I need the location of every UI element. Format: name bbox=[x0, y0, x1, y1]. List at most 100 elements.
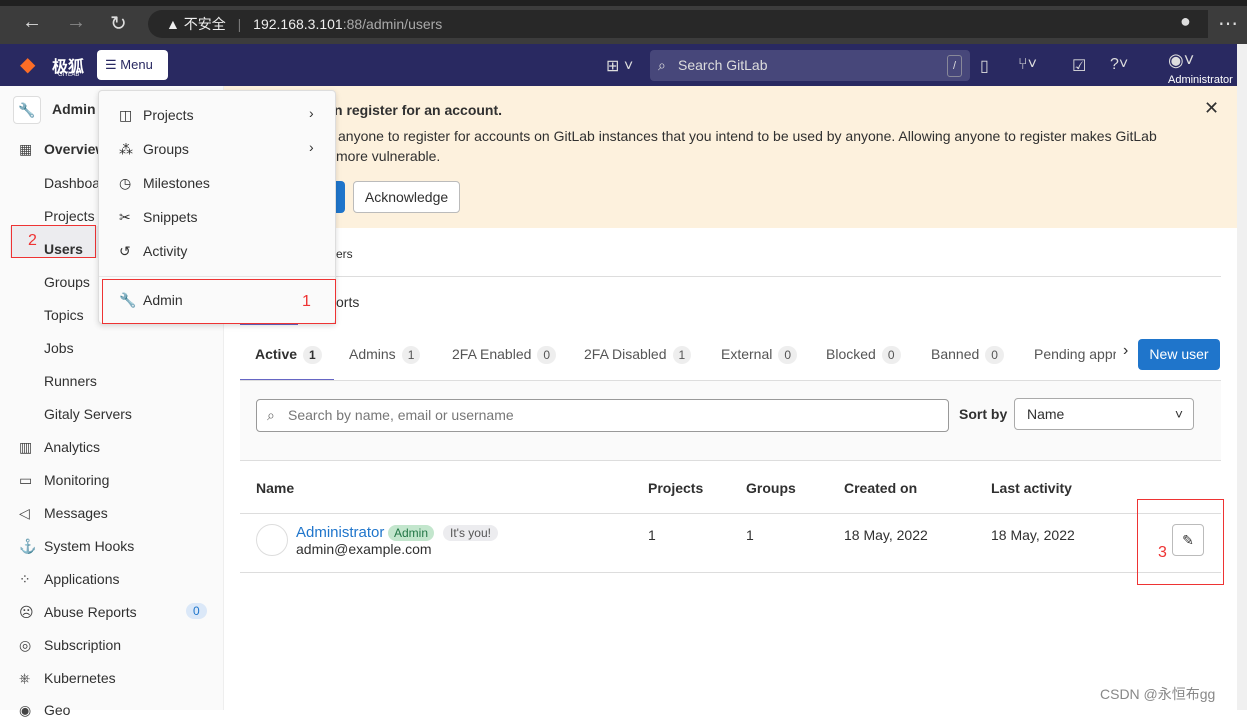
geo-icon: ◉ bbox=[19, 702, 32, 718]
close-icon[interactable]: ✕ bbox=[1204, 98, 1219, 119]
help-icon[interactable]: ?˅ bbox=[1110, 56, 1128, 74]
menu-item-projects[interactable]: Projects bbox=[143, 107, 194, 123]
chevron-right-icon[interactable]: › bbox=[1123, 342, 1128, 360]
tab-2fa-disabled[interactable]: 2FA Disabled 1 bbox=[584, 346, 692, 364]
sidebar-item-runners[interactable]: Runners bbox=[44, 373, 97, 389]
sidebar-item-messages[interactable]: Messages bbox=[44, 505, 108, 521]
avatar[interactable]: ◉˅ bbox=[1168, 50, 1194, 71]
column-header-projects: Projects bbox=[648, 480, 704, 496]
sort-label: Sort by bbox=[959, 406, 1008, 422]
tab-2fa-enabled[interactable]: 2FA Enabled 0 bbox=[452, 346, 557, 364]
tab-external[interactable]: External 0 bbox=[721, 346, 798, 364]
admin-badge: Admin bbox=[388, 525, 435, 541]
user-groups: 1 bbox=[746, 527, 754, 543]
issues-icon[interactable]: ▯ bbox=[980, 56, 989, 76]
search-icon: ⌕ bbox=[658, 57, 666, 73]
annotation-2: 2 bbox=[28, 232, 37, 249]
user-created: 18 May, 2022 bbox=[844, 527, 928, 543]
column-header-name: Name bbox=[256, 480, 295, 496]
column-header-created: Created on bbox=[844, 480, 918, 496]
scrollbar[interactable] bbox=[1237, 44, 1247, 710]
watermark: CSDN @永恒布gg bbox=[1100, 686, 1216, 702]
top-nav: ◆ 极狐 GITLAB ⊞ ˅ ▯ ⑂˅ ☑ ?˅ ◉˅ Administrat… bbox=[0, 44, 1237, 86]
menu-item-activity[interactable]: Activity bbox=[143, 243, 187, 259]
new-user-button[interactable]: New user bbox=[1138, 339, 1220, 370]
sort-value: Name bbox=[1027, 406, 1065, 422]
annotation-1: 1 bbox=[302, 293, 311, 310]
group-icon: ⁂ bbox=[119, 141, 133, 157]
back-icon[interactable]: ← bbox=[22, 11, 42, 34]
browser-bar: ← → ↻ ▲ 不安全 | 192.168.3.101:88/admin/use… bbox=[0, 0, 1247, 44]
reload-icon[interactable]: ↻ bbox=[110, 11, 127, 36]
user-last-activity: 18 May, 2022 bbox=[991, 527, 1075, 543]
hamburger-icon: ☰ bbox=[105, 57, 121, 72]
sidebar-item-system-hooks[interactable]: System Hooks bbox=[44, 538, 134, 554]
gitlab-logo-icon[interactable]: ◆ bbox=[20, 52, 35, 77]
brand-sub: GITLAB bbox=[58, 72, 80, 78]
sort-select[interactable]: Name ˅ bbox=[1014, 398, 1194, 430]
menu-item-groups[interactable]: Groups bbox=[143, 141, 189, 157]
sidebar-item-geo[interactable]: Geo bbox=[44, 702, 70, 718]
profile-icon[interactable]: ● bbox=[1180, 11, 1191, 32]
banner-title: n register for an account. bbox=[334, 102, 503, 118]
search-input[interactable]: ⌕ Search GitLab / bbox=[650, 50, 970, 81]
annotation-box-2 bbox=[11, 225, 96, 258]
partial-text: ers bbox=[336, 247, 353, 261]
monitor-icon: ▭ bbox=[19, 472, 33, 488]
annotation-box-3 bbox=[1137, 499, 1224, 585]
annotation-box-1 bbox=[102, 279, 336, 324]
face-icon: ☹ bbox=[19, 604, 34, 620]
project-icon: ◫ bbox=[119, 107, 133, 123]
sidebar-item-monitoring[interactable]: Monitoring bbox=[44, 472, 109, 488]
divider bbox=[240, 276, 1221, 277]
sidebar-item-overview[interactable]: Overview bbox=[44, 141, 106, 157]
user-email: admin@example.com bbox=[296, 541, 432, 557]
subscription-icon: ◎ bbox=[19, 637, 32, 653]
acknowledge-button[interactable]: Acknowledge bbox=[353, 181, 460, 213]
partial-text-2: orts bbox=[336, 294, 360, 310]
annotation-3: 3 bbox=[1158, 544, 1167, 561]
divider bbox=[240, 513, 1221, 514]
address-bar[interactable]: ▲ 不安全 | 192.168.3.101:88/admin/users bbox=[148, 10, 1208, 38]
apps-icon: ⁘ bbox=[19, 571, 31, 587]
sidebar-item-applications[interactable]: Applications bbox=[44, 571, 120, 587]
avatar[interactable] bbox=[256, 524, 288, 556]
menu-button[interactable]: ☰ Menu bbox=[97, 50, 168, 80]
security-label: 不安全 bbox=[183, 16, 226, 32]
chevron-right-icon: › bbox=[309, 105, 314, 121]
sidebar-item-groups[interactable]: Groups bbox=[44, 274, 90, 290]
warning-icon: ▲ bbox=[166, 16, 180, 32]
tab-active[interactable]: Active 1 bbox=[255, 346, 322, 364]
tab-pending-approval[interactable]: Pending appr bbox=[1034, 346, 1116, 362]
kubernetes-icon: ⎈ bbox=[19, 670, 31, 686]
sidebar-item-topics[interactable]: Topics bbox=[44, 307, 84, 323]
user-name-link[interactable]: Administrator bbox=[296, 524, 384, 541]
search-placeholder: Search GitLab bbox=[678, 57, 768, 73]
grid-icon: ▦ bbox=[19, 141, 33, 157]
sidebar-item-analytics[interactable]: Analytics bbox=[44, 439, 100, 455]
todo-icon[interactable]: ☑ bbox=[1072, 56, 1086, 76]
sidebar-item-gitaly[interactable]: Gitaly Servers bbox=[44, 406, 132, 422]
user-search-input[interactable]: ⌕ Search by name, email or username bbox=[256, 399, 949, 432]
forward-icon[interactable]: → bbox=[66, 11, 86, 34]
search-icon: ⌕ bbox=[267, 407, 275, 423]
menu-item-snippets[interactable]: Snippets bbox=[143, 209, 197, 225]
tab-banned[interactable]: Banned 0 bbox=[931, 346, 1004, 364]
sidebar-item-projects[interactable]: Projects bbox=[44, 208, 95, 224]
clock-icon: ◷ bbox=[119, 175, 132, 191]
plus-icon[interactable]: ⊞ ˅ bbox=[606, 56, 633, 76]
registration-banner: n register for an account. anyone to reg… bbox=[224, 86, 1237, 228]
chevron-down-icon: ˅ bbox=[1174, 406, 1183, 422]
url-host: 192.168.3.101 bbox=[253, 16, 343, 32]
menu-item-milestones[interactable]: Milestones bbox=[143, 175, 210, 191]
sidebar-item-jobs[interactable]: Jobs bbox=[44, 340, 74, 356]
sidebar-header[interactable]: Admin bbox=[52, 101, 96, 117]
sidebar-item-subscription[interactable]: Subscription bbox=[44, 637, 121, 653]
sidebar-item-kubernetes[interactable]: Kubernetes bbox=[44, 670, 116, 686]
more-icon[interactable]: ⋯ bbox=[1218, 11, 1238, 36]
sidebar-item-abuse-reports[interactable]: Abuse Reports bbox=[44, 604, 137, 620]
merge-request-icon[interactable]: ⑂˅ bbox=[1018, 56, 1037, 74]
history-icon: ↺ bbox=[119, 243, 131, 259]
tab-blocked[interactable]: Blocked 0 bbox=[826, 346, 901, 364]
tab-admins[interactable]: Admins 1 bbox=[349, 346, 421, 364]
